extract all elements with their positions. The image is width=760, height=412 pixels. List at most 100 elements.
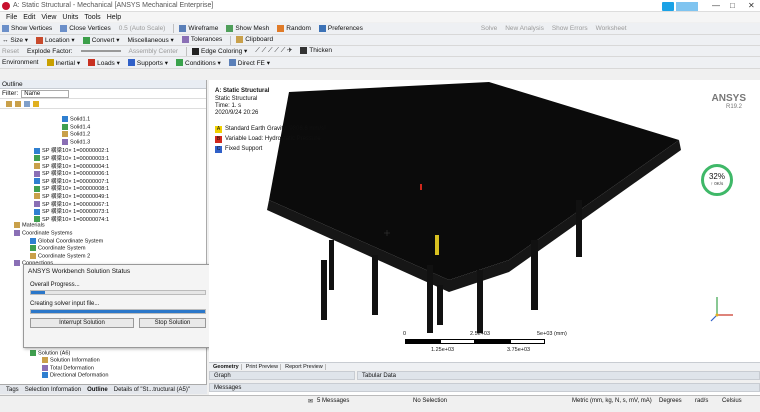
tab-print-preview[interactable]: Print Preview (244, 363, 282, 370)
tree-item[interactable]: SP 横梁10× 1=00000073:1 (0, 207, 206, 215)
tab-geometry[interactable]: Geometry (211, 363, 242, 370)
menu-file[interactable]: File (6, 14, 17, 21)
new-analysis-button[interactable]: New Analysis (505, 25, 544, 32)
assembly-center-select[interactable]: Assembly Center (129, 48, 179, 55)
scale-tick-5000: 5e+03 (mm) (537, 331, 567, 337)
tree-item[interactable]: Solution (A6) (0, 349, 206, 358)
tree-item[interactable]: SP 横梁10× 1=00000002:1 (0, 146, 206, 154)
miscellaneous-dropdown[interactable]: Miscellaneous ▾ (128, 36, 174, 44)
worksheet-button[interactable]: Worksheet (596, 25, 627, 32)
show-errors-button[interactable]: Show Errors (552, 25, 588, 32)
tree-item[interactable]: Solid1.4 (0, 123, 206, 132)
tree-item[interactable]: Coordinate System 2 (0, 252, 206, 261)
menu-tools[interactable]: Tools (84, 14, 100, 21)
maximize-button[interactable]: □ (730, 1, 735, 10)
tree-item[interactable]: SP 横梁10× 1=00000004:1 (0, 162, 206, 170)
graph-pane-header[interactable]: Graph (209, 371, 355, 380)
tree-item[interactable]: Solid1.3 (0, 138, 206, 147)
expand-icon[interactable] (6, 100, 12, 107)
tree-item[interactable]: Solid1.1 (0, 116, 206, 124)
edge-style-buttons[interactable]: ⟋ ⟋ ⟋ ⟋ ⟋ ✈ (255, 47, 292, 55)
separator (186, 46, 188, 56)
solve-button[interactable]: Solve (481, 25, 497, 32)
wireframe-button[interactable]: Wireframe (179, 24, 218, 32)
status-units[interactable]: Metric (mm, kg, N, s, mV, mA) (572, 398, 652, 404)
filter-select[interactable]: Name (21, 89, 70, 98)
tree-item[interactable]: SP 横梁10× 1=00000006:1 (0, 169, 206, 177)
scale-tick-2500: 2.5e+03 (470, 331, 491, 337)
menu-help[interactable]: Help (107, 14, 121, 21)
tree-item[interactable]: SP 横梁10× 1=00000008:1 (0, 184, 206, 192)
clipboard-dropdown[interactable]: Clipboard (236, 36, 273, 44)
menu-edit[interactable]: Edit (23, 14, 35, 21)
tree-item[interactable]: SP 横梁10× 1=00000067:1 (0, 200, 206, 208)
filter-icon[interactable] (24, 100, 30, 107)
tree-item[interactable]: Solution Information (0, 357, 206, 365)
tree-item-label: Solution Information (50, 357, 100, 364)
edge-coloring-dropdown[interactable]: Edge Coloring ▾ (192, 47, 247, 55)
tree-item[interactable]: Materials (0, 222, 206, 230)
status-angle[interactable]: Degrees (659, 398, 682, 404)
tabular-pane-header[interactable]: Tabular Data (357, 371, 760, 380)
tree-item[interactable]: SP 横梁10× 1=00000003:1 (0, 154, 206, 162)
status-messages[interactable]: 5 Messages (317, 398, 349, 404)
inertial-dropdown[interactable]: Inertial ▾ (46, 59, 80, 67)
status-messages-icon[interactable]: ✉ (308, 398, 313, 405)
minimize-button[interactable]: — (712, 1, 720, 10)
tree-item[interactable]: SP 横梁10× 1=00000007:1 (0, 177, 206, 185)
tree-item[interactable]: Global Coordinate System (0, 237, 206, 246)
random-colors-button[interactable]: Random (277, 24, 311, 32)
tree-node-icon (42, 364, 48, 371)
status-bar: ✉ 5 Messages No Selection Metric (mm, kg… (0, 395, 760, 406)
tab-report-preview[interactable]: Report Preview (283, 363, 326, 370)
close-vertices-button[interactable]: Close Vertices (60, 24, 111, 32)
collapse-icon[interactable] (15, 100, 21, 107)
outline-filter: Filter: Name (0, 89, 206, 99)
tab-details[interactable]: Details of "St...tructural (A5)" (114, 387, 190, 393)
status-rate[interactable]: rad/s (695, 398, 708, 404)
supports-dropdown[interactable]: Supports ▾ (127, 59, 168, 67)
tree-item[interactable]: SP 横梁10× 1=00000049:1 (0, 192, 206, 200)
viewport-tabs: Geometry Print Preview Report Preview (209, 362, 760, 370)
menu-units[interactable]: Units (62, 14, 78, 21)
conditions-dropdown[interactable]: Conditions ▾ (176, 59, 221, 67)
thicken-button[interactable]: Thicken (300, 47, 332, 55)
messages-header[interactable]: Messages (209, 383, 760, 392)
loads-dropdown[interactable]: Loads ▾ (88, 59, 120, 67)
status-temperature[interactable]: Celsius (722, 398, 742, 404)
convert-dropdown[interactable]: Convert ▾ (82, 36, 120, 44)
cloud-icon[interactable] (662, 2, 674, 11)
tree-item[interactable]: SP 横梁10× 1=00000074:1 (0, 215, 206, 223)
close-button[interactable]: ✕ (748, 1, 755, 10)
tree-item[interactable]: Coordinate Systems (0, 229, 206, 238)
inertial-label: Inertial (55, 59, 76, 67)
stop-solution-button[interactable]: Stop Solution (139, 318, 206, 328)
tab-tags[interactable]: Tags (6, 387, 19, 393)
tree-item[interactable]: Directional Deformation (0, 372, 206, 380)
folder-icon[interactable] (33, 100, 39, 107)
tab-selection-information[interactable]: Selection Information (25, 387, 81, 393)
network-speed-gauge[interactable]: 32% ↑ 0K/s (701, 164, 733, 196)
triad-icon[interactable] (709, 293, 739, 323)
tree-item[interactable]: Coordinate System (0, 245, 206, 253)
reset-button[interactable]: Reset (2, 48, 19, 55)
tree-item[interactable]: Solid1.2 (0, 131, 206, 139)
tab-outline[interactable]: Outline (87, 387, 108, 393)
scale-tick-1250: 1.25e+03 (431, 347, 455, 353)
scale-select[interactable]: 0.5 (Auto Scale) (119, 25, 166, 32)
graphics-viewport[interactable]: A: Static Structural Static Structural T… (209, 80, 760, 362)
interrupt-solution-button[interactable]: Interrupt Solution (30, 318, 134, 328)
explode-slider[interactable] (80, 50, 121, 52)
location-dropdown[interactable]: Location ▾ (36, 36, 75, 44)
tree-item-label: Coordinate System 2 (38, 253, 91, 260)
menu-view[interactable]: View (41, 14, 56, 21)
size-dropdown[interactable]: ↔ Size ▾ (2, 36, 28, 44)
tree-item[interactable]: Total Deformation (0, 364, 206, 373)
show-mesh-button[interactable]: Show Mesh (226, 24, 269, 32)
preferences-button[interactable]: Preferences (318, 24, 363, 32)
cloud-badge-label[interactable] (676, 2, 698, 11)
tolerances-button[interactable]: Tolerances (181, 36, 222, 44)
show-vertices-button[interactable]: Show Vertices (2, 24, 52, 32)
direct-fe-dropdown[interactable]: Direct FE ▾ (228, 59, 270, 67)
scale-bar (405, 339, 545, 344)
